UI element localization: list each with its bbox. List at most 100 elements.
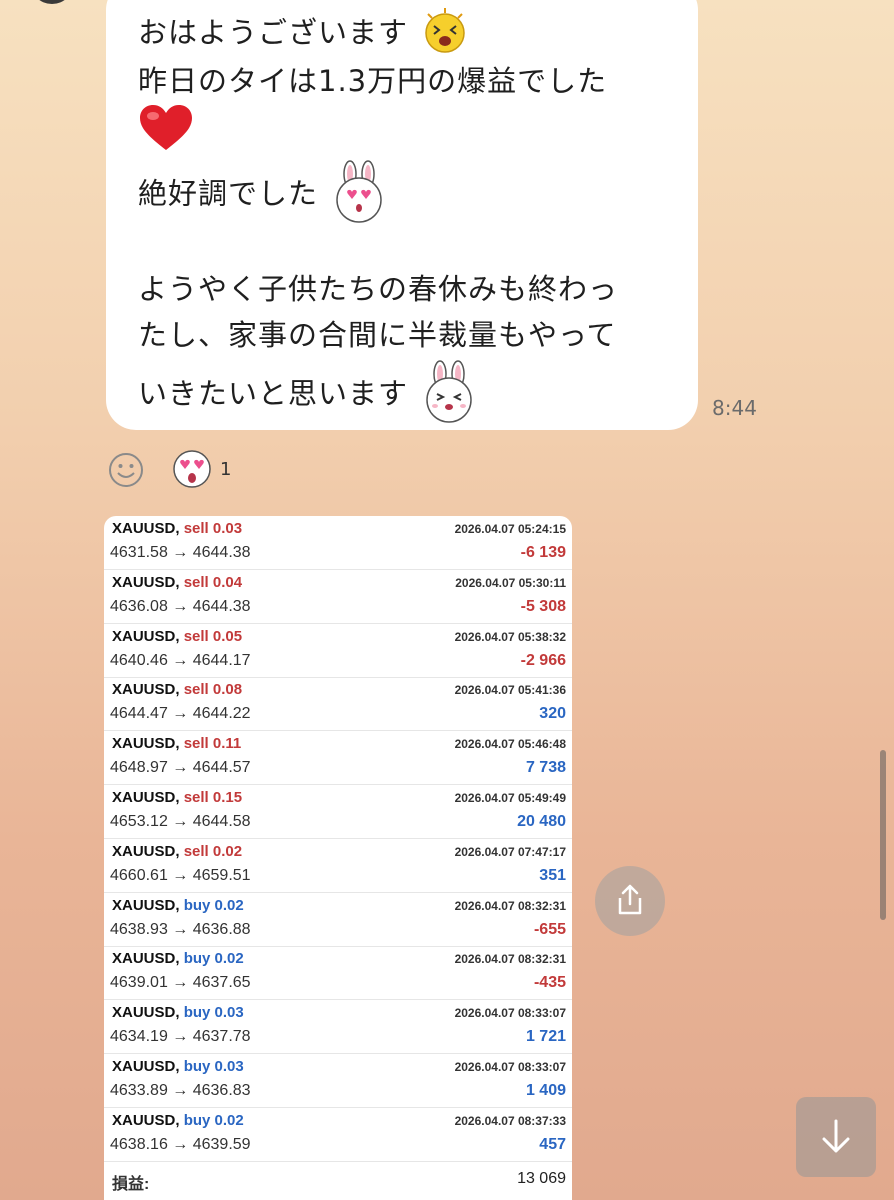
trade-prices: 4638.93 → 4636.88 [110,920,251,938]
trade-prices: 4644.47 → 4644.22 [110,705,251,723]
trade-row: XAUUSD, buy 0.02 4639.01 → 4637.65 2026.04… [104,946,572,1001]
trade-lot: 0.02 [214,950,244,968]
trade-lot: 0.08 [212,681,243,699]
trade-lot: 0.11 [212,735,242,753]
trade-time: 2026.04.07 08:32:31 [454,952,566,967]
scrollbar[interactable] [880,750,886,920]
trade-symbol: XAUUSD, sell 0.05 [112,628,242,645]
trade-symbol: XAUUSD, buy 0.02 [112,897,244,914]
trade-symbol: XAUUSD, buy 0.03 [112,1004,244,1021]
trade-row: XAUUSD, buy 0.03 4633.89 → 4636.83 2026.04… [104,1054,572,1108]
trade-time: 2026.04.07 05:41:36 [454,683,566,698]
trade-symbol-text: XAUUSD, [112,1111,180,1129]
bunny-heart-eyes-sticker-icon [330,160,388,231]
trade-symbol-text: XAUUSD, [112,950,180,968]
reaction-count: 1 [220,458,232,480]
trade-side: sell [183,627,209,645]
excited-face-sticker-icon [420,6,470,63]
trade-time: 2026.04.07 08:32:31 [454,898,566,913]
trade-profit: 1 409 [525,1082,566,1099]
total-row: 損益: 13 069 [104,1162,572,1200]
message-line-6: いきたいと思います [138,360,478,431]
trade-lot: 0.03 [212,520,243,537]
trade-time: 2026.04.07 08:33:07 [454,1006,566,1021]
trade-side: buy [183,1058,211,1075]
total-value: 13 069 [517,1170,566,1187]
arrow-down-icon [822,1119,850,1153]
trade-prices: 4639.01 → 4637.65 [110,974,251,992]
trade-row: XAUUSD, sell 0.04 4636.08 → 4644.38 2026.0… [104,570,572,624]
trade-lot: 0.02 [212,842,243,860]
trade-row: XAUUSD, sell 0.02 4660.61 → 4659.51 2026.0… [104,839,572,893]
message-line-1: おはようございます [138,6,470,63]
trade-side: sell [183,573,209,591]
trade-row: XAUUSD, sell 0.15 4653.12 → 4644.58 2026.0… [104,785,572,839]
trade-symbol: XAUUSD, buy 0.02 [112,1112,244,1129]
trade-side: sell [183,520,209,537]
trade-symbol-text: XAUUSD, [112,896,180,914]
trade-lot: 0.03 [214,1004,244,1022]
reaction-chip[interactable]: 1 [172,448,231,490]
share-button[interactable] [595,866,665,936]
trade-history-screenshot[interactable]: XAUUSD, buy 0.02 4638.16 → 4639.59 2026.04… [104,516,572,1200]
trade-symbol-text: XAUUSD, [112,520,180,537]
trade-time: 2026.04.07 08:37:33 [454,1113,566,1128]
trade-lot: 0.02 [214,1111,244,1129]
trade-prices: 4648.97 → 4644.57 [110,759,251,777]
trade-symbol-text: XAUUSD, [112,1058,180,1075]
smiley-outline-icon [109,453,143,487]
trade-prices: 4636.08 → 4644.38 [110,597,251,615]
trade-time: 2026.04.07 05:49:49 [454,791,566,805]
trade-side: buy [183,1111,211,1129]
trade-symbol: XAUUSD, buy 0.03 [112,1058,244,1075]
trade-lot: 0.15 [212,789,243,806]
trade-prices: 4640.46 → 4644.17 [110,651,251,669]
trade-row: XAUUSD, sell 0.05 4640.46 → 4644.17 2026.0… [104,624,572,678]
trade-time: 2026.04.07 05:38:32 [454,629,566,644]
trade-symbol: XAUUSD, buy 0.02 [112,950,244,967]
message-line-1-text: おはようございます [138,15,409,50]
sender-avatar[interactable] [30,0,74,4]
trade-profit: -5 308 [520,597,566,615]
add-reaction-button[interactable] [108,452,143,487]
trade-profit: -6 139 [520,544,566,561]
trade-symbol-text: XAUUSD, [112,573,180,591]
trade-symbol: XAUUSD, sell 0.02 [112,843,242,860]
trade-prices: 4638.16 → 4639.59 [110,1135,251,1153]
trade-lot: 0.04 [212,573,243,591]
message-line-3: 絶好調でした [138,160,388,231]
trade-profit: 351 [539,866,566,884]
heart-sticker-icon [138,104,194,161]
trade-profit: 1 721 [525,1028,566,1046]
message-timestamp: 8:44 [712,396,757,420]
trade-profit: 457 [539,1135,566,1153]
trade-profit: -2 966 [520,651,566,669]
trade-symbol-text: XAUUSD, [112,735,180,753]
scroll-to-bottom-button[interactable] [796,1097,876,1177]
share-upload-icon [618,884,642,915]
trade-time: 2026.04.07 08:33:07 [454,1060,566,1074]
trade-symbol: XAUUSD, sell 0.04 [112,574,242,591]
trade-prices: 4633.89 → 4636.83 [110,1082,251,1099]
trade-symbol-text: XAUUSD, [112,842,180,860]
trade-symbol: XAUUSD, sell 0.08 [112,681,242,698]
trade-profit: -435 [533,974,566,992]
trade-symbol-text: XAUUSD, [112,681,180,699]
trade-profit: -655 [533,920,566,938]
heart-eyes-bunny-reaction-icon [173,450,211,488]
trade-prices: 4660.61 → 4659.51 [110,866,251,884]
trade-symbol: XAUUSD, sell 0.15 [112,789,242,806]
trade-time: 2026.04.07 05:24:15 [454,522,566,536]
trade-profit: 320 [539,705,566,723]
trade-row: XAUUSD, buy 0.02 4638.16 → 4639.59 2026.04… [104,1108,572,1162]
message-line-6-text: いきたいと思います [138,376,409,411]
trade-time: 2026.04.07 07:47:17 [454,844,566,859]
trade-side: buy [183,950,211,968]
trade-time: 2026.04.07 05:46:48 [454,737,566,752]
trade-lot: 0.05 [212,627,243,645]
bunny-squint-sticker-icon [420,360,478,431]
trade-side: sell [183,681,209,699]
trade-row: XAUUSD, buy 0.02 4638.93 → 4636.88 2026.04… [104,893,572,947]
message-line-2: 昨日のタイは1.3万円の爆益でした [138,64,608,98]
trade-row: XAUUSD, sell 0.08 4644.47 → 4644.22 2026.0… [104,677,572,732]
